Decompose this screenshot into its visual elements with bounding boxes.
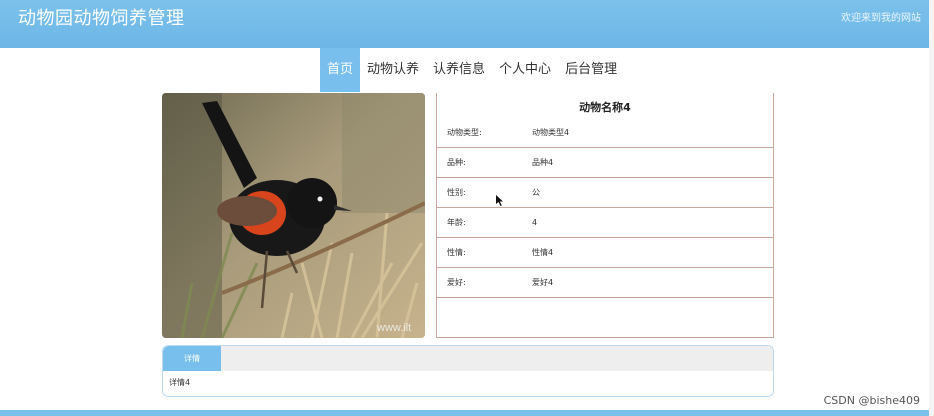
info-row-temperament: 性情: 性情4 [437,238,773,268]
info-value: 公 [532,188,540,197]
info-row-gender: 性别: 公 [437,178,773,208]
info-row-type: 动物类型: 动物类型4 [437,118,773,148]
info-value: 品种4 [532,158,554,167]
details-tabbar: 详情 [163,346,773,371]
info-label: 年龄: [447,218,466,227]
info-label: 品种: [447,158,466,167]
info-label: 爱好: [447,278,466,287]
site-title: 动物园动物饲养管理 [18,8,185,29]
info-row-age: 年龄: 4 [437,208,773,238]
info-row-hobby: 爱好: 爱好4 [437,268,773,298]
info-value: 爱好4 [532,278,554,287]
details-content: 详情4 [169,378,191,387]
tab-details[interactable]: 详情 [163,346,221,371]
nav-item-admin[interactable]: 后台管理 [558,48,624,92]
animal-photo: www.ilt [162,93,425,338]
nav-item-adoption-info[interactable]: 认养信息 [426,48,492,92]
nav-item-personal-center[interactable]: 个人中心 [492,48,558,92]
photo-watermark-text: www.ilt [376,322,411,334]
info-value: 动物类型4 [532,128,570,137]
info-value: 性情4 [532,248,554,257]
info-label: 动物类型: [447,128,482,137]
details-panel: 详情 详情4 [162,345,774,397]
info-row-breed: 品种: 品种4 [437,148,773,178]
nav-item-adoption[interactable]: 动物认养 [360,48,426,92]
welcome-text: 欢迎来到我的网站 [841,13,921,24]
mouse-cursor-icon [496,191,504,210]
site-header: 动物园动物饲养管理 欢迎来到我的网站 [0,0,929,48]
animal-name: 动物名称4 [579,101,631,114]
info-value: 4 [532,218,538,227]
footer-bar [0,410,929,416]
animal-info-card: 动物名称4 动物类型: 动物类型4 品种: 品种4 性别: 公 年龄: 4 性情… [436,93,774,338]
csdn-watermark: CSDN @bishe409 [823,394,920,407]
info-label: 性情: [447,248,466,257]
nav-item-home[interactable]: 首页 [320,48,361,92]
info-label: 性别: [447,188,466,197]
scrollbar[interactable] [929,0,934,416]
main-nav: 首页 动物认养 认养信息 个人中心 后台管理 [320,48,624,92]
